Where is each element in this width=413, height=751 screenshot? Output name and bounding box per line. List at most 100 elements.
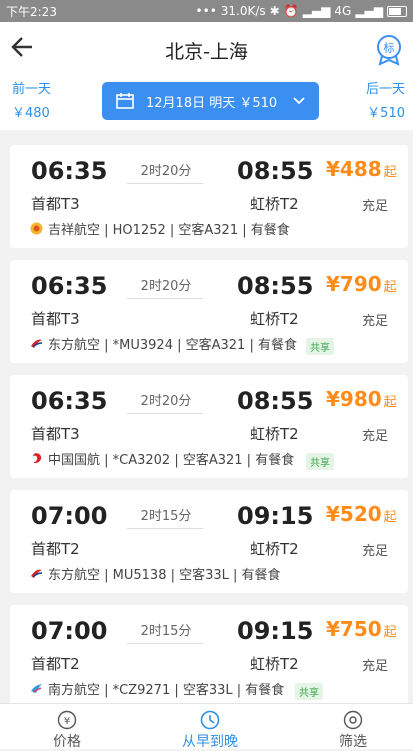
flight-duration: 2时15分: [140, 624, 192, 639]
duration-line: [127, 413, 203, 414]
arrival-time: 09:15: [237, 617, 314, 645]
arrival-time: 08:55: [237, 157, 314, 185]
duration-line: [127, 643, 203, 644]
departure-airport: 首都T2: [31, 655, 80, 673]
price-value: ¥488: [326, 157, 382, 181]
price-qi: 起: [383, 395, 397, 410]
status-icons: ••• 31.0K/s ✱ ⏰ ▂▄▆ 4G ▂▄▆: [196, 4, 407, 18]
filter-icon: [343, 710, 363, 730]
calendar-icon: [116, 93, 134, 109]
flight-card[interactable]: 06:35 2时20分 08:55 ¥980 起 首都T3 虹桥T2 充足 中国国…: [10, 375, 408, 478]
flight-card[interactable]: 07:00 2时15分 09:15 ¥520 起 首都T2 虹桥T2 充足 东方航…: [10, 490, 408, 593]
battery-icon: [387, 5, 407, 17]
network-type: 4G: [334, 4, 352, 18]
departure-airport: 首都T3: [31, 195, 80, 213]
departure-airport: 首都T2: [31, 540, 80, 558]
flight-duration: 2时20分: [140, 394, 192, 409]
price-qi: 起: [383, 165, 397, 180]
arrival-airport: 虹桥T2: [250, 310, 299, 328]
date-selector-button[interactable]: 12月18日 明天 ￥510: [102, 82, 319, 120]
flight-info: 东方航空 | MU5138 | 空客33L | 有餐食: [30, 564, 281, 583]
network-speed: 31.0K/s: [220, 4, 266, 18]
filter-tab[interactable]: 筛选: [303, 704, 403, 751]
price-value: ¥980: [326, 387, 382, 411]
flight-price: ¥750 起: [326, 617, 397, 641]
china-southern-logo-icon: [31, 684, 42, 693]
svg-text:¥: ¥: [64, 716, 70, 727]
flight-info-text: 南方航空 | *CZ9271 | 空客33L | 有餐食: [48, 683, 285, 698]
chevron-down-icon: [293, 94, 305, 109]
flight-info: 南方航空 | *CZ9271 | 空客33L | 有餐食: [30, 679, 284, 698]
arrival-time: 08:55: [237, 387, 314, 415]
duration-line: [127, 528, 203, 529]
clock-icon: [200, 710, 220, 730]
flight-card[interactable]: 06:35 2时20分 08:55 ¥488 起 首都T3 虹桥T2 充足 吉祥航…: [10, 145, 408, 248]
seat-availability: 充足: [362, 314, 389, 329]
prev-day-label: 前一天: [12, 82, 52, 97]
badge-text: 标: [384, 41, 395, 55]
nav-label-filter: 筛选: [339, 734, 367, 750]
seat-availability: 充足: [362, 544, 389, 559]
page-title: 北京-上海: [165, 41, 248, 63]
price-value: ¥750: [326, 617, 382, 641]
flight-info: 东方航空 | *MU3924 | 空客A321 | 有餐食: [30, 334, 297, 353]
selected-date: 12月18日 明天 ￥510: [146, 95, 278, 111]
flight-duration: 2时15分: [140, 509, 192, 524]
next-day-button[interactable]: 后一天 ￥510: [366, 80, 405, 124]
departure-airport: 首都T3: [31, 310, 80, 328]
flight-price: ¥520 起: [326, 502, 397, 526]
flight-info-text: 东方航空 | MU5138 | 空客33L | 有餐食: [48, 568, 281, 583]
flight-price: ¥790 起: [326, 272, 397, 296]
prev-day-button[interactable]: 前一天 ￥480: [12, 80, 51, 124]
flight-card[interactable]: 06:35 2时20分 08:55 ¥790 起 首都T3 虹桥T2 充足 东方航…: [10, 260, 408, 363]
bluetooth-icon: ✱: [269, 4, 280, 18]
codeshare-badge: 共享: [306, 453, 334, 470]
departure-time: 07:00: [31, 502, 108, 530]
departure-time: 06:35: [31, 387, 108, 415]
juneyao-airlines-logo-icon: [30, 222, 43, 235]
arrival-airport: 虹桥T2: [250, 655, 299, 673]
departure-airport: 首都T3: [31, 425, 80, 443]
seat-availability: 充足: [362, 199, 389, 214]
price-value: ¥520: [326, 502, 382, 526]
price-qi: 起: [383, 510, 397, 525]
duration-line: [127, 298, 203, 299]
wifi-icon: ▂▄▆: [355, 4, 383, 18]
arrival-airport: 虹桥T2: [250, 195, 299, 213]
air-china-logo-icon: [33, 453, 42, 464]
codeshare-badge: 共享: [295, 683, 323, 700]
flight-price: ¥980 起: [326, 387, 397, 411]
flight-info-text: 吉祥航空 | HO1252 | 空客A321 | 有餐食: [48, 223, 290, 238]
departure-time: 06:35: [31, 157, 108, 185]
flight-price: ¥488 起: [326, 157, 397, 181]
departure-time: 07:00: [31, 617, 108, 645]
standard-badge-icon[interactable]: 标: [375, 34, 403, 66]
arrival-airport: 虹桥T2: [250, 425, 299, 443]
arrival-time: 08:55: [237, 272, 314, 300]
seat-availability: 充足: [362, 659, 389, 674]
china-eastern-logo-icon: [31, 569, 43, 578]
nav-label-time: 从早到晚: [182, 734, 238, 750]
flight-info-text: 东方航空 | *MU3924 | 空客A321 | 有餐食: [48, 338, 297, 353]
sort-by-price-tab[interactable]: ¥ 价格: [17, 704, 117, 751]
header: 北京-上海 标: [0, 22, 413, 80]
sort-by-time-tab[interactable]: 从早到晚: [160, 704, 260, 751]
status-bar: 下午2:23 ••• 31.0K/s ✱ ⏰ ▂▄▆ 4G ▂▄▆: [0, 0, 413, 22]
duration-line: [127, 183, 203, 184]
flight-info-text: 中国国航 | *CA3202 | 空客A321 | 有餐食: [48, 453, 295, 468]
flight-card[interactable]: 07:00 2时15分 09:15 ¥750 起 首都T2 虹桥T2 充足 南方航…: [10, 605, 408, 708]
date-bar: 前一天 ￥480 12月18日 明天 ￥510 后一天 ￥510: [0, 80, 413, 130]
price-value: ¥790: [326, 272, 382, 296]
arrival-airport: 虹桥T2: [250, 540, 299, 558]
departure-time: 06:35: [31, 272, 108, 300]
arrival-time: 09:15: [237, 502, 314, 530]
china-eastern-logo-icon: [31, 339, 43, 348]
price-icon: ¥: [57, 710, 77, 730]
next-day-price: ￥510: [367, 106, 405, 121]
dots-icon: •••: [195, 4, 217, 18]
alarm-icon: ⏰: [283, 4, 299, 18]
flight-info: 中国国航 | *CA3202 | 空客A321 | 有餐食: [30, 449, 294, 468]
price-qi: 起: [383, 625, 397, 640]
nav-label-price: 价格: [53, 734, 81, 750]
price-qi: 起: [383, 280, 397, 295]
